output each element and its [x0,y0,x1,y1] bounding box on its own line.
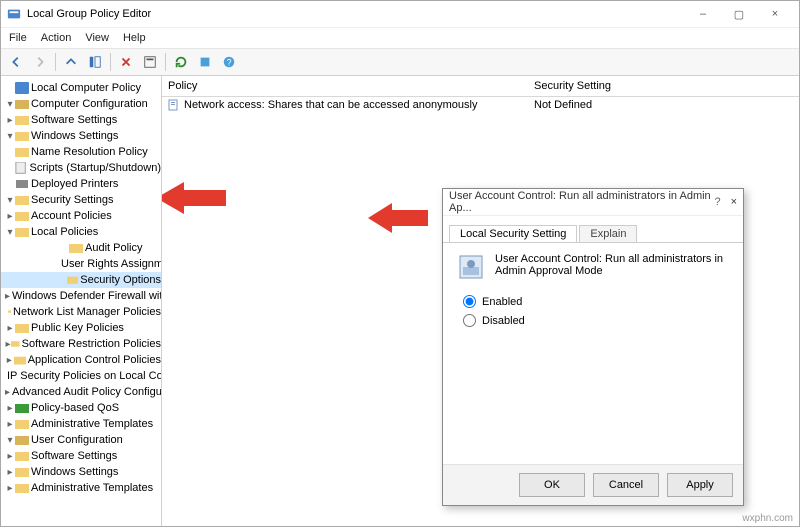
properties-button[interactable] [139,51,161,73]
app-icon [7,7,21,21]
tree-account-policies[interactable]: ▸Account Policies [1,208,161,224]
tab-explain[interactable]: Explain [579,225,637,242]
tree-user-config[interactable]: ▾User Configuration [1,432,161,448]
tree-u-software[interactable]: ▸Software Settings [1,448,161,464]
toolbar-separator [165,53,166,71]
col-setting[interactable]: Security Setting [528,80,799,92]
cancel-button[interactable]: Cancel [593,473,659,497]
tree-aap[interactable]: ▸Advanced Audit Policy Configu [1,384,161,400]
menu-view[interactable]: View [85,32,109,44]
tree-computer-config[interactable]: ▾Computer Configuration [1,96,161,112]
radio-disabled[interactable]: Disabled [463,314,729,327]
tree-u-admin[interactable]: ▸Administrative Templates [1,480,161,496]
policy-list[interactable]: Policy Security Setting Network access: … [162,76,799,526]
up-button[interactable] [60,51,82,73]
tree-user-rights[interactable]: User Rights Assignment [1,256,161,272]
policy-icon [457,253,485,281]
forward-button[interactable] [29,51,51,73]
tree-software-settings[interactable]: ▸Software Settings [1,112,161,128]
dialog-tabs: Local Security Setting Explain [443,216,743,243]
menu-action[interactable]: Action [41,32,72,44]
tree-root[interactable]: Local Computer Policy [1,80,161,96]
dialog-body: User Account Control: Run all administra… [443,243,743,464]
policy-row[interactable]: Network access: Shares that can be acces… [162,97,799,112]
back-button[interactable] [5,51,27,73]
tree-security-settings[interactable]: ▾Security Settings [1,192,161,208]
dialog-title: User Account Control: Run all administra… [449,190,714,214]
show-hide-tree-button[interactable] [84,51,106,73]
window-title: Local Group Policy Editor [27,8,151,20]
toolbar-separator [110,53,111,71]
radio-enabled-input[interactable] [463,295,476,308]
toolbar-separator [55,53,56,71]
tree-srp[interactable]: ▸Software Restriction Policies [1,336,161,352]
annotation-arrow-2 [368,198,428,238]
tree-scripts[interactable]: Scripts (Startup/Shutdown) [1,160,161,176]
tree-nlm[interactable]: Network List Manager Policies [1,304,161,320]
maximize-button[interactable]: ▢ [721,3,757,25]
tree-public-key[interactable]: ▸Public Key Policies [1,320,161,336]
tree-pqos[interactable]: ▸Policy-based QoS [1,400,161,416]
dialog-titlebar: User Account Control: Run all administra… [443,189,743,216]
dialog-help-button[interactable]: ? [714,196,720,208]
radio-disabled-input[interactable] [463,314,476,327]
ok-button[interactable]: OK [519,473,585,497]
tree-wdfw[interactable]: ▸Windows Defender Firewall with [1,288,161,304]
policy-name: Network access: Shares that can be acces… [184,99,477,111]
svg-text:?: ? [227,58,232,68]
menu-file[interactable]: File [9,32,27,44]
dialog-buttons: OK Cancel Apply [443,464,743,505]
nav-tree[interactable]: Local Computer Policy ▾Computer Configur… [1,76,162,526]
gpedit-window: Local Group Policy Editor – ▢ × File Act… [0,0,800,527]
tree-name-resolution[interactable]: Name Resolution Policy [1,144,161,160]
titlebar: Local Group Policy Editor – ▢ × [1,1,799,28]
tree-u-windows[interactable]: ▸Windows Settings [1,464,161,480]
watermark: wxphn.com [742,513,793,524]
dialog-close-button[interactable]: × [731,196,737,208]
delete-button[interactable] [115,51,137,73]
tree-local-policies[interactable]: ▾Local Policies [1,224,161,240]
dialog-description: User Account Control: Run all administra… [495,253,729,277]
tree-audit-policy[interactable]: Audit Policy [1,240,161,256]
col-policy[interactable]: Policy [162,80,528,92]
tree-deployed-printers[interactable]: Deployed Printers [1,176,161,192]
refresh-button[interactable] [170,51,192,73]
tree-admin-templates[interactable]: ▸Administrative Templates [1,416,161,432]
tree-ipsec[interactable]: IP Security Policies on Local Co [1,368,161,384]
menubar: File Action View Help [1,28,799,49]
menu-help[interactable]: Help [123,32,146,44]
tree-security-options[interactable]: Security Options [1,272,161,288]
annotation-arrow-1 [162,176,226,220]
list-header: Policy Security Setting [162,76,799,97]
tree-acp[interactable]: ▸Application Control Policies [1,352,161,368]
radio-enabled[interactable]: Enabled [463,295,729,308]
help-button[interactable]: ? [218,51,240,73]
policy-setting: Not Defined [534,99,592,111]
export-button[interactable] [194,51,216,73]
tree-windows-settings[interactable]: ▾Windows Settings [1,128,161,144]
tab-local-security-setting[interactable]: Local Security Setting [449,225,577,242]
apply-button[interactable]: Apply [667,473,733,497]
properties-dialog: User Account Control: Run all administra… [442,188,744,506]
minimize-button[interactable]: – [685,3,721,25]
toolbar: ? [1,49,799,76]
close-button[interactable]: × [757,3,793,25]
body: Local Computer Policy ▾Computer Configur… [1,76,799,526]
